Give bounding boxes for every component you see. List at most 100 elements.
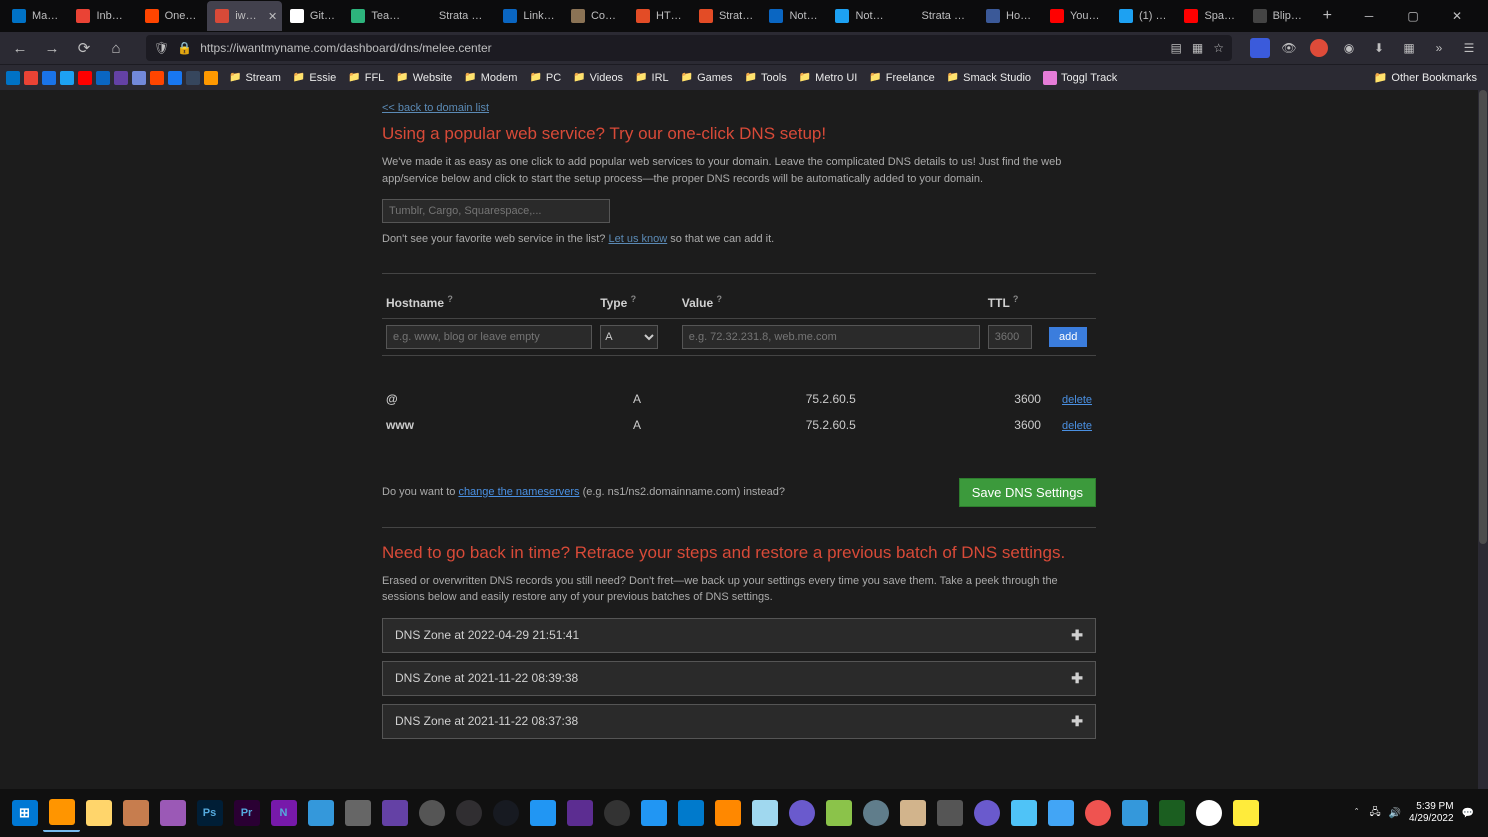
taskbar-notepad[interactable] <box>746 795 783 832</box>
bookmark-folder[interactable]: Modem <box>459 70 522 86</box>
taskbar-app1[interactable] <box>117 795 154 832</box>
taskbar-app14[interactable] <box>1079 795 1116 832</box>
type-select[interactable]: A <box>600 325 658 349</box>
overflow-icon[interactable]: » <box>1428 37 1450 59</box>
bookmark-icon[interactable] <box>186 71 200 85</box>
bookmark-folder[interactable]: PC <box>524 70 566 86</box>
browser-tab[interactable]: Notificat <box>827 1 893 31</box>
ext-icon-4[interactable]: ◉ <box>1338 37 1360 59</box>
taskbar-steam[interactable] <box>487 795 524 832</box>
taskbar-twitch[interactable] <box>376 795 413 832</box>
scrollbar-thumb[interactable] <box>1479 90 1487 544</box>
value-input[interactable] <box>682 325 980 349</box>
taskbar-premiere[interactable]: Pr <box>228 795 265 832</box>
taskbar-vlc[interactable] <box>709 795 746 832</box>
browser-tab[interactable]: GitHub <box>282 1 343 31</box>
bookmark-icon[interactable] <box>60 71 74 85</box>
browser-tab[interactable]: How do <box>978 1 1042 31</box>
taskbar-app12[interactable] <box>1005 795 1042 832</box>
bookmark-folder[interactable]: Stream <box>224 70 286 86</box>
add-button[interactable]: add <box>1049 327 1087 347</box>
hostname-input[interactable] <box>386 325 592 349</box>
bookmark-folder[interactable]: Website <box>391 70 457 86</box>
bookmark-icon[interactable] <box>168 71 182 85</box>
taskbar-app11[interactable] <box>931 795 968 832</box>
taskbar-unreal[interactable] <box>598 795 635 832</box>
taskbar-gc[interactable] <box>968 795 1005 832</box>
back-to-domain-list-link[interactable]: << back to domain list <box>382 102 489 114</box>
browser-tab[interactable]: Space C <box>1176 1 1244 31</box>
save-dns-button[interactable]: Save DNS Settings <box>959 478 1096 507</box>
ext-icon-1[interactable] <box>1250 38 1270 58</box>
taskbar-firefox[interactable] <box>43 795 80 832</box>
change-nameservers-link[interactable]: change the nameservers <box>458 486 579 498</box>
taskbar-app10[interactable] <box>894 795 931 832</box>
taskbar-onenote[interactable]: N <box>265 795 302 832</box>
toggl-bookmark[interactable]: Toggl Track <box>1038 69 1122 87</box>
menu-icon[interactable]: ☰ <box>1458 37 1480 59</box>
browser-tab[interactable]: One of m <box>137 1 208 31</box>
taskbar-app15[interactable] <box>1116 795 1153 832</box>
bookmark-folder[interactable]: Metro UI <box>794 70 863 86</box>
ttl-input[interactable] <box>988 325 1032 349</box>
taskbar-clock[interactable]: 5:39 PM 4/29/2022 <box>1409 801 1454 825</box>
other-bookmarks[interactable]: 📁Other Bookmarks <box>1369 69 1482 86</box>
taskbar-app5[interactable] <box>524 795 561 832</box>
taskbar-photoshop[interactable]: Ps <box>191 795 228 832</box>
bookmark-icon[interactable] <box>6 71 20 85</box>
let-us-know-link[interactable]: Let us know <box>608 233 667 245</box>
bookmark-folder[interactable]: Tools <box>740 70 792 86</box>
bookmark-folder[interactable]: Smack Studio <box>942 70 1036 86</box>
bookmark-folder[interactable]: IRL <box>630 70 674 86</box>
maximize-button[interactable]: ▢ <box>1398 9 1428 23</box>
taskbar-start[interactable]: ⊞ <box>6 795 43 832</box>
taskbar-app4[interactable] <box>413 795 450 832</box>
forward-button[interactable]: → <box>40 36 64 60</box>
bookmark-folder[interactable]: Videos <box>568 70 628 86</box>
tray-network-icon[interactable]: 🖧 <box>1369 805 1380 822</box>
bookmark-folder[interactable]: FFL <box>343 70 389 86</box>
bookmark-icon[interactable] <box>150 71 164 85</box>
bookmark-folder[interactable]: Games <box>676 70 738 86</box>
service-search-input[interactable] <box>382 199 610 223</box>
extensions-icon[interactable]: ▦ <box>1398 37 1420 59</box>
bookmark-icon[interactable] <box>42 71 56 85</box>
taskbar-opera[interactable] <box>154 795 191 832</box>
delete-record-link[interactable]: delete <box>1062 394 1092 406</box>
ext-icon-2[interactable]: 👁 <box>1278 37 1300 59</box>
browser-tab[interactable]: LinkedIn <box>495 1 563 31</box>
browser-tab[interactable]: Strata by HT <box>411 1 495 31</box>
taskbar-app2[interactable] <box>302 795 339 832</box>
ext-icon-3[interactable] <box>1308 37 1330 59</box>
home-button[interactable]: ⌂ <box>104 36 128 60</box>
taskbar-explorer[interactable] <box>80 795 117 832</box>
new-tab-button[interactable]: + <box>1313 7 1342 25</box>
tab-close-icon[interactable]: ✕ <box>267 9 278 23</box>
browser-tab[interactable]: Notificat <box>761 1 827 31</box>
browser-tab[interactable]: Content <box>563 1 628 31</box>
bookmark-icon[interactable] <box>132 71 146 85</box>
taskbar-app3[interactable] <box>339 795 376 832</box>
notifications-icon[interactable]: 💬 <box>1462 808 1474 819</box>
close-window-button[interactable]: ✕ <box>1442 9 1472 23</box>
bookmark-folder[interactable]: Freelance <box>864 70 939 86</box>
dns-backup-item[interactable]: DNS Zone at 2022-04-29 21:51:41✚ <box>382 618 1096 653</box>
taskbar-app6[interactable] <box>635 795 672 832</box>
url-bar[interactable]: 🛡 🔒 https://iwantmyname.com/dashboard/dn… <box>146 35 1232 61</box>
browser-tab[interactable]: (1) Notif <box>1111 1 1177 31</box>
bookmark-star-icon[interactable]: ☆ <box>1213 41 1224 55</box>
browser-tab[interactable]: YouTube <box>1042 1 1111 31</box>
minimize-button[interactable]: ─ <box>1354 9 1384 23</box>
bookmark-icon[interactable] <box>24 71 38 85</box>
tray-volume-icon[interactable]: 🔊 <box>1389 808 1401 819</box>
tray-chevron-icon[interactable]: ＾ <box>1351 806 1361 821</box>
taskbar-app9[interactable] <box>857 795 894 832</box>
taskbar-vs[interactable] <box>561 795 598 832</box>
bookmark-icon[interactable] <box>114 71 128 85</box>
dns-backup-item[interactable]: DNS Zone at 2021-11-22 08:37:38✚ <box>382 704 1096 739</box>
taskbar-chrome[interactable] <box>1190 795 1227 832</box>
browser-tab[interactable]: Mail - D <box>4 1 68 31</box>
bookmark-icon[interactable] <box>204 71 218 85</box>
browser-tab[interactable]: Team ov <box>343 1 411 31</box>
bookmark-folder[interactable]: Essie <box>288 70 341 86</box>
